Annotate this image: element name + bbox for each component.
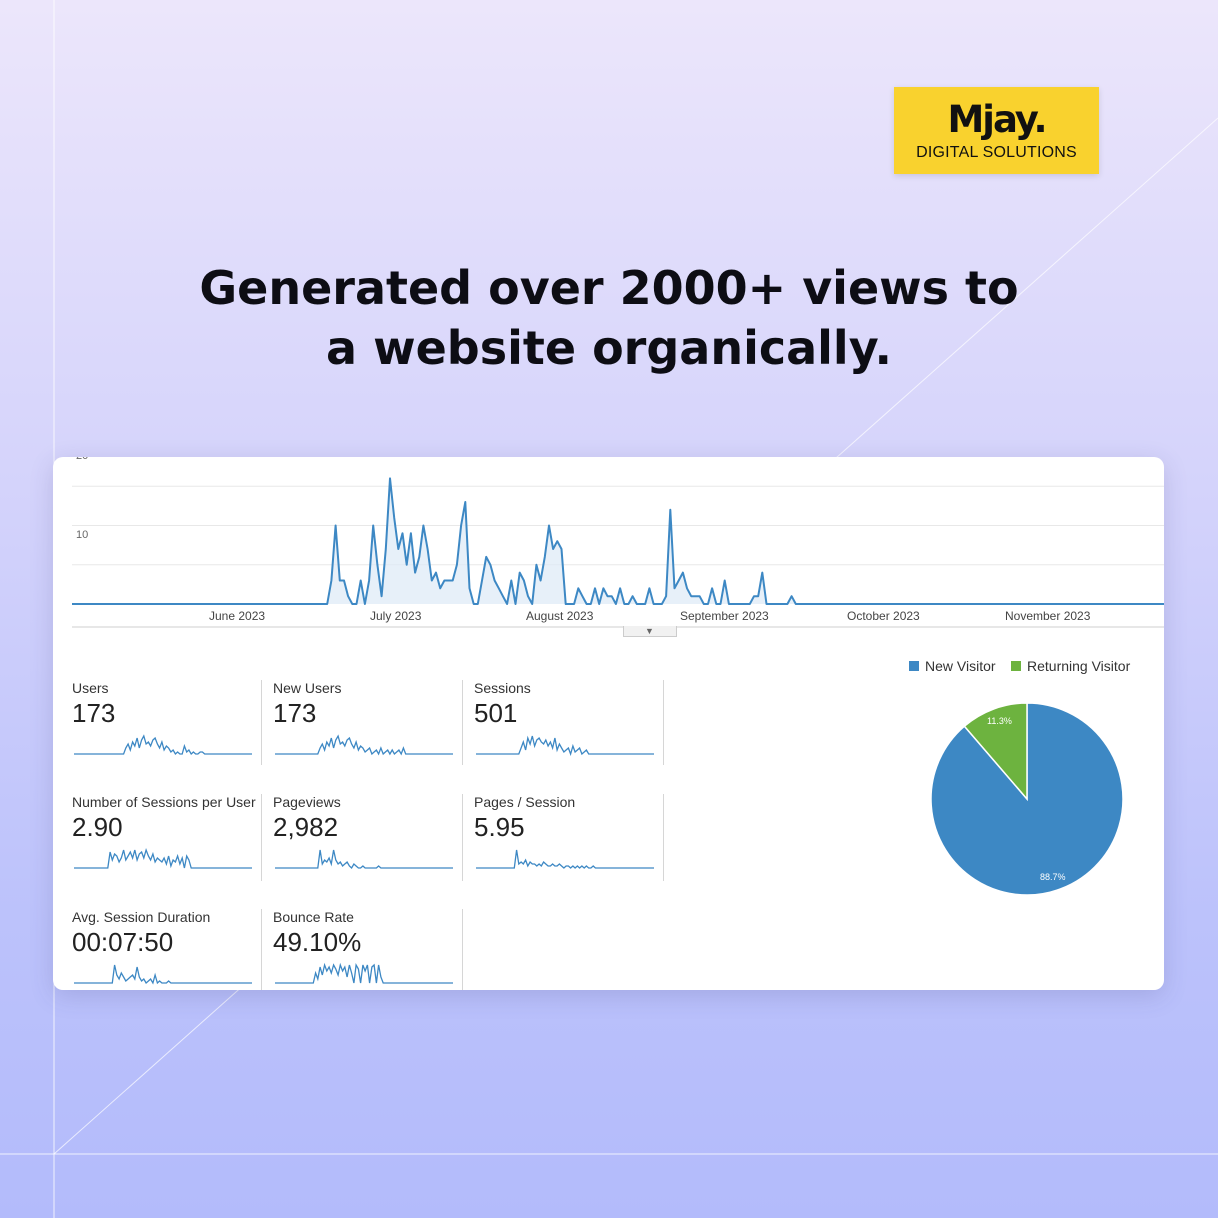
legend-swatch xyxy=(1011,661,1021,671)
sparkline-series xyxy=(476,849,654,869)
logo-subtitle: DIGITAL SOLUTIONS xyxy=(916,144,1077,161)
headline-line-2: a website organically. xyxy=(326,321,892,375)
metric-value: 501 xyxy=(474,698,518,728)
chart-expand-handle[interactable]: ▼ xyxy=(623,626,677,637)
metric-sparkline xyxy=(476,849,654,869)
metric-value: 2.90 xyxy=(72,812,123,842)
sparkline-series xyxy=(275,849,453,870)
metric-label: New Users xyxy=(273,680,342,696)
metric-sparkline xyxy=(74,964,252,985)
metric-sparkline xyxy=(275,849,453,870)
metric-label: Pages / Session xyxy=(474,794,576,810)
metric-value: 00:07:50 xyxy=(72,927,174,957)
logo-brand-text: Mjay. xyxy=(947,98,1047,141)
metric-users[interactable]: Users 173 xyxy=(72,680,260,768)
x-tick-label: August 2023 xyxy=(526,609,594,623)
metric-value: 49.10% xyxy=(273,927,362,957)
metric-label: Bounce Rate xyxy=(273,909,354,925)
metric-label: Users xyxy=(72,680,109,696)
metric-value: 173 xyxy=(273,698,317,728)
metric-new-users[interactable]: New Users 173 xyxy=(273,680,461,768)
metric-label: Avg. Session Duration xyxy=(72,909,211,925)
sparkline-series xyxy=(275,734,453,756)
metric-sessions[interactable]: Sessions 501 xyxy=(474,680,662,768)
legend-label: Returning Visitor xyxy=(1027,658,1131,674)
sparkline-series xyxy=(275,962,453,984)
divider xyxy=(462,794,463,881)
divider xyxy=(663,794,664,881)
divider xyxy=(663,680,664,765)
metric-label: Pageviews xyxy=(273,794,341,810)
pie-slice-label: 88.7% xyxy=(1040,872,1066,882)
sparkline-series xyxy=(476,735,654,756)
sparkline-series xyxy=(74,847,252,869)
x-tick-label: September 2023 xyxy=(680,609,769,623)
headline-line-1: Generated over 2000+ views to xyxy=(199,261,1019,315)
legend-swatch xyxy=(909,661,919,671)
x-tick-label: October 2023 xyxy=(847,609,920,623)
metric-avg-session-duration[interactable]: Avg. Session Duration 00:07:50 xyxy=(72,909,260,990)
divider xyxy=(261,680,262,765)
metric-pageviews[interactable]: Pageviews 2,982 xyxy=(273,794,461,882)
metric-sessions-per-user[interactable]: Number of Sessions per User 2.90 xyxy=(72,794,260,882)
legend-label: New Visitor xyxy=(925,658,996,674)
x-tick-label: June 2023 xyxy=(209,609,266,623)
sparkline-series xyxy=(74,964,252,985)
metric-value: 2,982 xyxy=(273,812,339,842)
chevron-down-icon: ▼ xyxy=(645,626,654,636)
metric-sparkline xyxy=(476,735,654,756)
divider xyxy=(261,909,262,990)
legend-new-visitor: New Visitor xyxy=(909,658,996,674)
divider xyxy=(462,909,463,990)
x-tick-label: July 2023 xyxy=(370,609,422,623)
metric-sparkline xyxy=(275,962,453,984)
metric-pages-per-session[interactable]: Pages / Session 5.95 xyxy=(474,794,662,882)
y-tick-label: 10 xyxy=(76,529,89,541)
pie-slice-label: 11.3% xyxy=(987,716,1012,726)
sessions-line-chart xyxy=(72,477,1164,628)
legend-returning-visitor: Returning Visitor xyxy=(1011,658,1130,674)
series-area xyxy=(72,478,1164,604)
metric-label: Number of Sessions per User xyxy=(72,794,256,810)
series-line xyxy=(72,477,1164,605)
x-tick-label: November 2023 xyxy=(1005,609,1091,623)
analytics-card: 20 10 June 2023 July 2023 August 2023 Se… xyxy=(53,457,1164,990)
y-tick-label: 20 xyxy=(76,457,88,462)
metric-value: 173 xyxy=(72,698,116,728)
divider xyxy=(462,680,463,765)
metric-bounce-rate[interactable]: Bounce Rate 49.10% xyxy=(273,909,461,990)
metric-sparkline xyxy=(74,847,252,869)
brand-logo: Mjay. DIGITAL SOLUTIONS xyxy=(894,87,1099,174)
metric-sparkline xyxy=(74,734,252,756)
headline: Generated over 2000+ views to a website … xyxy=(0,258,1218,378)
divider xyxy=(261,794,262,881)
metric-label: Sessions xyxy=(474,680,531,696)
metric-sparkline xyxy=(275,734,453,756)
metric-value: 5.95 xyxy=(474,812,525,842)
visitor-pie-chart xyxy=(930,702,1124,896)
sparkline-series xyxy=(74,734,252,756)
